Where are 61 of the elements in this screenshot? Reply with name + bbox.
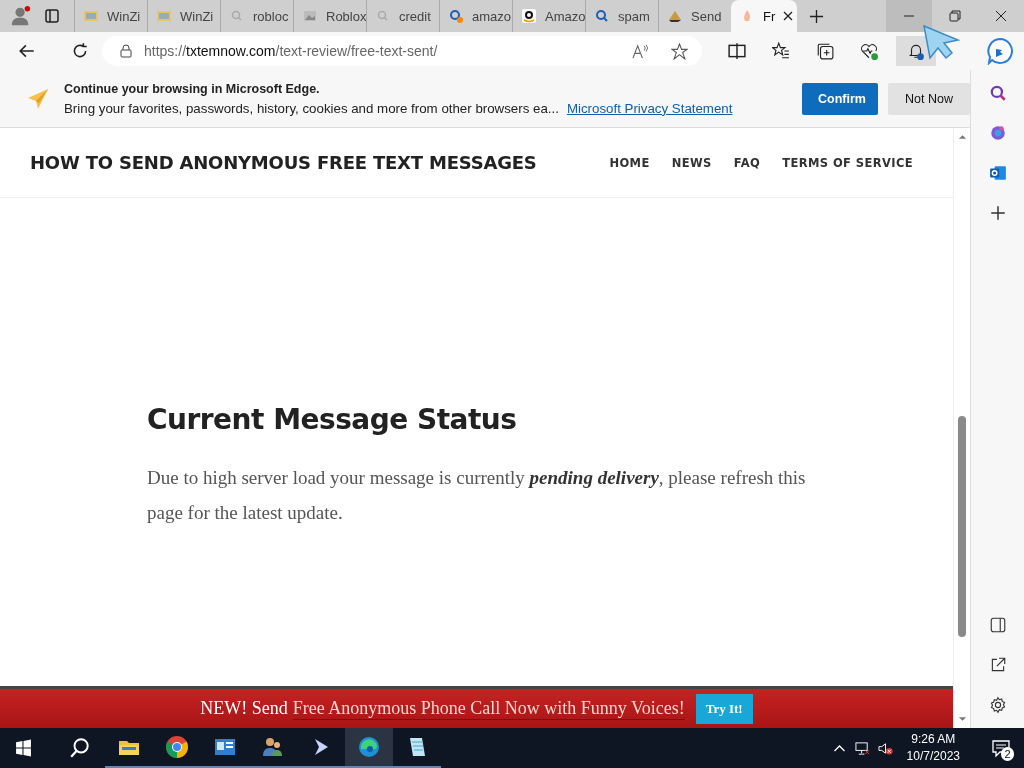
url-text[interactable]: https://txtemnow.com/text-review/free-text-sent/ (144, 43, 438, 59)
refresh-icon[interactable] (71, 42, 89, 60)
promo-link[interactable]: Free Anonymous Phone Call Now with Funny Voices! (292, 697, 685, 720)
chrome-icon[interactable] (165, 735, 189, 759)
scroll-up-icon[interactable] (957, 134, 967, 140)
search-icon (448, 8, 464, 24)
notification-count: 2 (1001, 747, 1014, 761)
add-icon[interactable] (988, 204, 1007, 222)
site-title[interactable]: HOW TO SEND ANONYMOUS FREE TEXT MESSAGES (30, 152, 537, 173)
edge-icon[interactable] (357, 735, 381, 759)
taskbar-button[interactable] (345, 728, 393, 768)
search-icon (594, 8, 610, 24)
status-heading: Current Message Status (147, 403, 518, 436)
smile-logo-icon (521, 8, 537, 24)
action-center-icon[interactable] (991, 738, 1011, 758)
network-icon[interactable] (854, 740, 870, 756)
muted-speaker-icon[interactable] (877, 740, 893, 756)
search-icon[interactable] (69, 737, 91, 759)
outlook-icon[interactable] (988, 164, 1007, 182)
lock-icon[interactable] (120, 44, 132, 58)
health-icon[interactable] (860, 42, 878, 60)
users-icon[interactable] (261, 735, 285, 759)
privacy-link[interactable]: Microsoft Privacy Statement (566, 100, 733, 116)
nav-link[interactable]: FAQ (733, 155, 761, 170)
browser-tab[interactable]: Fr (731, 0, 797, 32)
search-icon[interactable] (988, 84, 1007, 102)
tab-actions-icon[interactable] (44, 8, 60, 24)
sidebar-toggle-icon[interactable] (988, 616, 1007, 634)
back-icon[interactable] (18, 42, 36, 60)
new-tab-icon[interactable] (809, 8, 824, 24)
banner-title: Continue your browsing in Microsoft Edge. (64, 81, 321, 96)
start-icon[interactable] (15, 739, 32, 757)
nav-link[interactable]: HOME (609, 155, 650, 170)
bing-icon[interactable] (986, 37, 1014, 65)
not-now-button[interactable]: Not Now (888, 82, 970, 115)
profile-icon[interactable] (10, 5, 32, 27)
clock-date[interactable]: 10/7/2023 (906, 748, 960, 765)
clock-time[interactable]: 9:26 AM (911, 731, 956, 748)
confirm-button[interactable]: Confirm (802, 82, 878, 115)
close-tab-icon[interactable] (783, 11, 794, 21)
banner-message: Bring your favorites, passwords, history, cookies and more from other browsers ea... (64, 100, 559, 116)
favorites-icon[interactable] (772, 42, 790, 60)
status-message: Due to high server load your message is currently pending delivery, please refresh this page for the latest update. (147, 466, 807, 525)
archive-icon (83, 8, 99, 24)
scroll-down-icon[interactable] (957, 716, 967, 722)
split-screen-icon[interactable] (728, 42, 746, 60)
nav-link[interactable]: NEWS (671, 155, 712, 170)
shapes-icon[interactable] (988, 124, 1007, 142)
bell-icon[interactable] (907, 42, 925, 60)
address-field[interactable]: https://txtemnow.com/text-review/free-text-sent/ (102, 36, 702, 66)
settings-icon[interactable] (988, 696, 1007, 714)
mouse-pointer-icon (922, 24, 962, 60)
archive-icon (156, 8, 172, 24)
nav-link[interactable]: TERMS OF SERVICE (782, 155, 913, 170)
star-icon[interactable] (671, 42, 688, 60)
promo-text: NEW! Send (200, 698, 288, 719)
paper-plane-icon (26, 86, 50, 111)
scrollbar-thumb[interactable] (958, 416, 966, 637)
read-aloud-icon[interactable] (632, 42, 649, 60)
image-icon (302, 8, 318, 24)
collections-icon[interactable] (816, 42, 834, 60)
